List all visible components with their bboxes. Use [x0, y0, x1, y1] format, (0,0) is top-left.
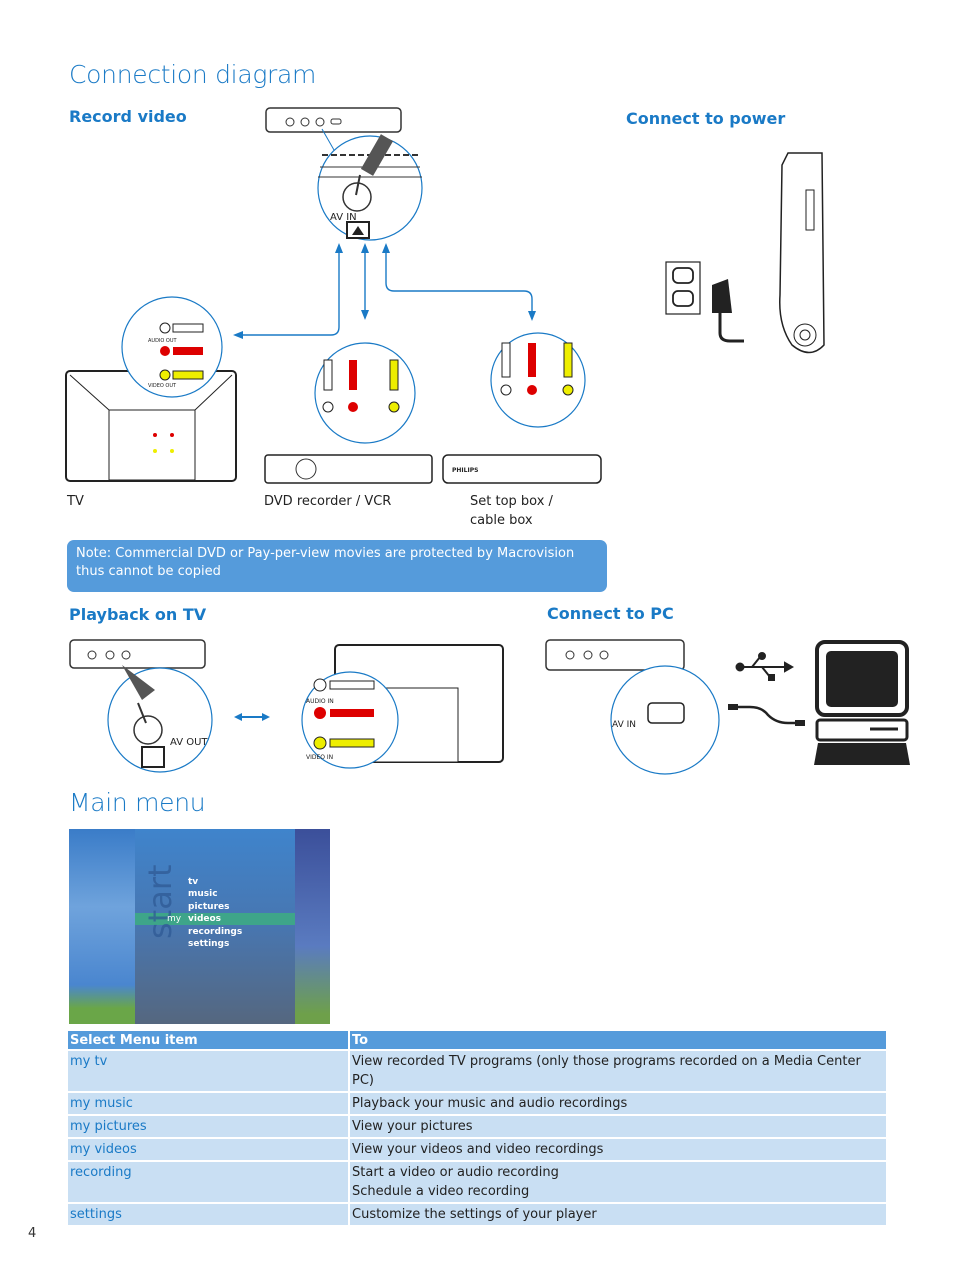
table-row: my music Playback your music and audio re…: [68, 1091, 886, 1115]
svg-text:AUDIO IN: AUDIO IN: [306, 698, 334, 705]
svg-text:PHILIPS: PHILIPS: [452, 467, 478, 474]
dvd-caption: DVD recorder / VCR: [264, 494, 392, 509]
description-line: Start a video or audio recording: [352, 1165, 559, 1180]
header-to: To: [349, 1031, 886, 1050]
menu-item-cell: settings: [68, 1202, 350, 1225]
av-out-label: AV OUT: [170, 737, 208, 748]
menu-item-pictures[interactable]: pictures: [188, 901, 242, 913]
player-side-icon: [779, 152, 825, 354]
description-line: Customize the settings of your player: [352, 1207, 597, 1222]
main-menu-screenshot: start my tv music pictures videos record…: [69, 829, 330, 1024]
menu-item-cell: my tv: [68, 1049, 350, 1092]
table-row: settings Customize the settings of your p…: [68, 1202, 886, 1225]
menu-item-settings[interactable]: settings: [188, 938, 242, 950]
menu-item-tv[interactable]: tv: [188, 876, 242, 888]
svg-text:VIDEO OUT: VIDEO OUT: [148, 383, 177, 389]
connect-pc-diagram: AV IN: [545, 639, 910, 775]
menu-item-cell: my videos: [68, 1137, 350, 1161]
table-row: recording Start a video or audio recordin…: [68, 1160, 886, 1203]
menu-item-cell: my music: [68, 1091, 350, 1115]
description-line: View your pictures: [352, 1119, 473, 1134]
tv-caption: TV: [67, 494, 84, 509]
table-row: my pictures View your pictures: [68, 1114, 886, 1138]
description-line: View your videos and video recordings: [352, 1142, 604, 1157]
menu-item-cell: recording: [68, 1160, 350, 1203]
table-header-row: Select Menu item To: [68, 1031, 886, 1050]
record-video-diagram: AV IN AUDIO OUT VIDEO OUT PHILIPS: [65, 107, 602, 484]
description-line: Playback your music and audio recordings: [352, 1096, 628, 1111]
av-in-magnifier: AV IN: [317, 128, 423, 241]
power-adapter-icon: [712, 279, 744, 343]
section-connect-power: Connect to power: [626, 109, 786, 128]
svg-text:AV IN: AV IN: [612, 720, 636, 730]
player-top-icon: [69, 639, 206, 669]
start-label: start: [141, 864, 179, 939]
wall-outlet-icon: [665, 261, 701, 315]
usb-icon: [735, 652, 795, 681]
description-cell: View your pictures: [349, 1114, 886, 1138]
table-row: my tv View recorded TV programs (only tho…: [68, 1049, 886, 1092]
description-line: View recorded TV programs (only those pr…: [352, 1054, 861, 1088]
power-diagram: [665, 152, 825, 354]
description-cell: View your videos and video recordings: [349, 1137, 886, 1161]
menu-item-recordings[interactable]: recordings: [188, 926, 242, 938]
player-top-icon: [265, 107, 402, 133]
menu-table: Select Menu item To my tv View recorded T…: [68, 1031, 886, 1225]
menu-item-videos[interactable]: videos: [188, 913, 242, 925]
header-menu-item: Select Menu item: [68, 1031, 350, 1050]
dvd-recorder-icon: [264, 342, 433, 484]
page-number: 4: [28, 1226, 37, 1241]
menu-item-cell: my pictures: [68, 1114, 350, 1138]
table-row: my videos View your videos and video reco…: [68, 1137, 886, 1161]
usb-cable-icon: [728, 704, 805, 726]
menu-item-music[interactable]: music: [188, 888, 242, 900]
bidirectional-arrow-icon: [234, 713, 270, 721]
set-top-box-icon: PHILIPS: [442, 332, 602, 484]
description-cell: Playback your music and audio recordings: [349, 1091, 886, 1115]
svg-text:AUDIO OUT: AUDIO OUT: [148, 338, 178, 344]
stb-caption: Set top box / cable box: [470, 494, 553, 528]
my-label: my: [167, 914, 182, 924]
connection-arrows: [237, 247, 533, 336]
description-line: Schedule a video recording: [352, 1184, 530, 1199]
menu-items: tv music pictures videos recordings sett…: [188, 876, 242, 950]
tv-rear-icon: AUDIO IN VIDEO IN: [301, 644, 504, 769]
description-cell: Customize the settings of your player: [349, 1202, 886, 1225]
tv-rear-icon: AUDIO OUT VIDEO OUT: [65, 296, 237, 482]
section-connect-pc: Connect to PC: [547, 604, 674, 623]
description-cell: Start a video or audio recording Schedule…: [349, 1160, 886, 1203]
playback-diagram: AV OUT AUDIO IN VIDEO IN: [69, 639, 504, 773]
svg-text:VIDEO IN: VIDEO IN: [306, 754, 333, 761]
page-title: Connection diagram: [69, 60, 317, 89]
section-playback-tv: Playback on TV: [69, 605, 207, 624]
computer-icon: [814, 640, 910, 765]
description-cell: View recorded TV programs (only those pr…: [349, 1049, 886, 1092]
main-menu-title: Main menu: [69, 788, 206, 817]
macrovision-note: Note: Commercial DVD or Pay-per-view mov…: [67, 540, 607, 592]
